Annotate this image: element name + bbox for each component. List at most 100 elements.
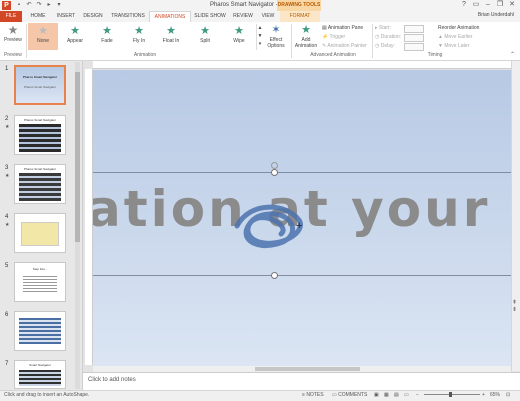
resize-handle[interactable]	[271, 272, 278, 279]
thumb-content	[19, 318, 61, 344]
help-icon[interactable]: ?	[458, 0, 470, 10]
slideshow-view-icon[interactable]: ▭	[404, 392, 409, 398]
zoom-level[interactable]: 65%	[490, 392, 500, 398]
tab-home[interactable]: HOME	[25, 11, 51, 22]
animation-split-button[interactable]: ★ Split	[190, 23, 220, 50]
animation-pane-label: Animation Pane	[327, 25, 364, 31]
thumb-title	[15, 312, 65, 314]
delay-text: Delay:	[380, 43, 395, 49]
preview-button[interactable]: ★ Preview	[3, 23, 23, 44]
tab-animations[interactable]: ANIMATIONS	[149, 11, 191, 22]
star-icon: ★	[102, 25, 112, 37]
animation-label: Float In	[162, 38, 180, 44]
slide-thumbnail-7[interactable]: Smart Navigator	[14, 360, 66, 389]
status-message: Click and drag to insert an AutoShape.	[4, 392, 90, 398]
gallery-scroll[interactable]: ▲ ▼ ▾	[256, 24, 263, 50]
tab-slide-show[interactable]: SLIDE SHOW	[192, 11, 228, 22]
animation-pane-button[interactable]: ▤ Animation Pane	[322, 25, 363, 31]
tab-insert[interactable]: INSERT	[53, 11, 79, 22]
animation-star-icon: ★	[5, 222, 10, 228]
start-label: ▸ Start:	[375, 25, 391, 31]
zoom-in-icon[interactable]: +	[482, 392, 485, 398]
delay-stepper[interactable]	[404, 43, 424, 51]
prev-slide-icon[interactable]: ⇞ ⇟	[512, 300, 517, 314]
zoom-out-icon[interactable]: −	[416, 392, 419, 398]
move-later-label: Move Later	[444, 43, 470, 49]
notes-pane[interactable]	[83, 372, 520, 391]
thumb-content	[19, 124, 61, 152]
maximize-icon[interactable]: ❐	[494, 0, 506, 10]
star-icon: ★	[70, 25, 80, 37]
slide-thumbnail-1[interactable]: Pharos Smart Navigator Pharos Smart Navi…	[14, 65, 66, 105]
ribbon-display-icon[interactable]: ▭	[470, 0, 482, 10]
thumbnail-scrollbar-thumb[interactable]	[75, 72, 80, 242]
notes-label: NOTES	[306, 392, 324, 398]
horizontal-scrollbar-thumb[interactable]	[255, 367, 360, 371]
reading-view-icon[interactable]: ▤	[394, 392, 399, 398]
animation-wipe-button[interactable]: ★ Wipe	[224, 23, 254, 50]
divider	[291, 24, 292, 58]
animation-star-icon: ★	[5, 124, 10, 130]
add-animation-button[interactable]: ★ Add Animation	[293, 24, 319, 49]
slide-number: 6	[5, 312, 9, 318]
trigger-button[interactable]: ⚡ Trigger	[322, 34, 345, 40]
rotate-handle[interactable]	[271, 162, 278, 169]
slide-sorter-icon[interactable]: ▦	[384, 392, 389, 398]
animation-star-icon: ★	[5, 173, 10, 179]
duration-stepper[interactable]	[404, 34, 424, 42]
shape-bottom-border	[93, 275, 511, 276]
tab-view[interactable]: VIEW	[258, 11, 278, 22]
drawing-tools-label: DRAWING TOOLS	[277, 0, 321, 11]
thumb-title: Smart Navigator	[29, 363, 51, 367]
comments-button[interactable]: ▭ COMMENTS	[332, 392, 367, 398]
slide-thumbnail-4[interactable]	[14, 213, 66, 253]
animation-label: Fade	[101, 38, 113, 44]
move-later-button[interactable]: ▼ Move Later	[438, 43, 469, 49]
resize-handle[interactable]	[271, 169, 278, 176]
tab-format[interactable]: FORMAT	[280, 11, 320, 22]
user-account[interactable]: Brian Underdahl	[478, 12, 514, 18]
normal-view-icon[interactable]: ▣	[374, 392, 379, 398]
preview-star-icon: ★	[7, 23, 19, 37]
tab-transitions[interactable]: TRANSITIONS	[108, 11, 148, 22]
minimize-icon[interactable]: –	[482, 0, 494, 10]
animation-painter-button[interactable]: ✎ Animation Painter	[322, 43, 367, 49]
animation-label: Appear	[66, 38, 84, 44]
start-select[interactable]	[404, 25, 424, 33]
duration-text: Duration:	[380, 34, 402, 40]
slide-thumbnail-6[interactable]	[14, 311, 66, 351]
move-earlier-button[interactable]: ▲ Move Earlier	[438, 34, 472, 40]
animation-painter-label: Animation Painter	[327, 43, 367, 49]
animation-fade-button[interactable]: ★ Fade	[92, 23, 122, 50]
vertical-scrollbar[interactable]	[511, 61, 520, 371]
slide-thumbnail-3[interactable]: Pharos Smart Navigator	[14, 164, 66, 204]
slide-thumbnail-2[interactable]: Pharos Smart Navigator	[14, 115, 66, 155]
delay-label: ◷ Delay:	[375, 43, 395, 49]
effect-options-button[interactable]: ✶ Effect Options	[263, 24, 289, 49]
close-icon[interactable]: ✕	[506, 0, 518, 10]
star-icon: ★	[38, 25, 48, 37]
tab-file[interactable]: FILE	[0, 11, 22, 22]
add-animation-icon: ★	[301, 24, 311, 36]
notes-button[interactable]: ≡ NOTES	[302, 392, 324, 398]
tab-design[interactable]: DESIGN	[80, 11, 106, 22]
slide-thumbnail-5[interactable]: Step Into...	[14, 262, 66, 302]
animation-label: Split	[200, 38, 210, 44]
collapse-ribbon-icon[interactable]: ⌃	[510, 51, 515, 58]
trigger-icon: ⚡	[322, 34, 330, 40]
animation-fly-in-button[interactable]: ★ Fly In	[124, 23, 154, 50]
animation-none-button[interactable]: ★ None	[28, 23, 58, 50]
group-label-advanced-animation: Advanced Animation	[310, 52, 356, 58]
tab-review[interactable]: REVIEW	[230, 11, 256, 22]
zoom-slider[interactable]	[424, 394, 480, 395]
thumb-title: Pharos Smart Navigator	[22, 75, 58, 79]
divider	[26, 24, 27, 58]
fit-slide-icon[interactable]: ⊡	[506, 392, 510, 398]
notes-placeholder[interactable]: Click to add notes	[88, 377, 136, 383]
slide-canvas[interactable]: ation at your fi +	[93, 70, 511, 366]
animation-appear-button[interactable]: ★ Appear	[60, 23, 90, 50]
animation-float-in-button[interactable]: ★ Float In	[156, 23, 186, 50]
horizontal-ruler	[93, 61, 511, 69]
zoom-slider-thumb[interactable]	[449, 392, 452, 397]
animation-label: Wipe	[233, 38, 245, 44]
